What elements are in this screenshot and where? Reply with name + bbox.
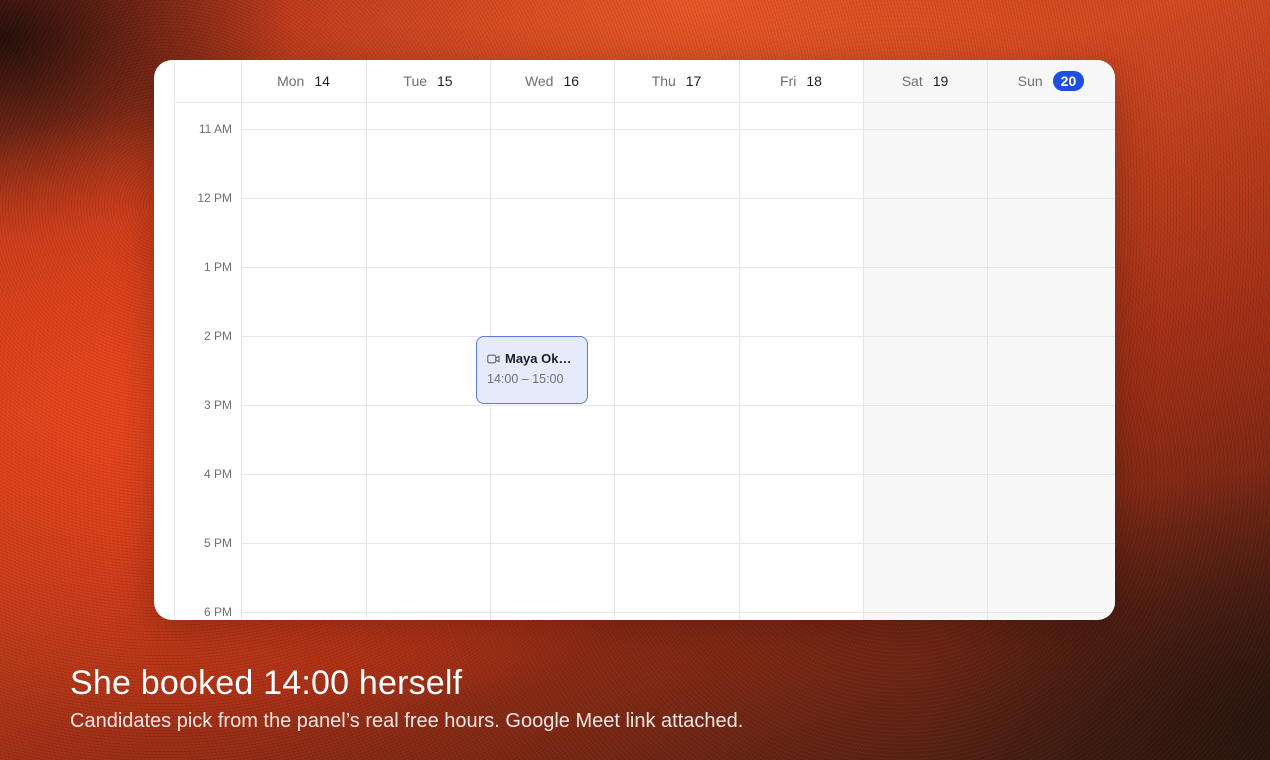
grid-hline	[241, 612, 1115, 613]
day-name: Fri	[780, 73, 797, 89]
day-name: Sun	[1017, 73, 1043, 89]
day-header-mon[interactable]: Mon 14	[241, 60, 366, 102]
today-badge: 20	[1052, 71, 1085, 91]
grid-vline	[739, 60, 740, 620]
grid-hline	[241, 543, 1115, 544]
grid-hline	[241, 336, 1115, 337]
video-camera-icon	[487, 354, 500, 364]
day-header-sun[interactable]: Sun 20	[987, 60, 1115, 102]
grid-vline	[614, 60, 615, 620]
day-header-thu[interactable]: Thu 17	[614, 60, 739, 102]
time-label: 5 PM	[203, 536, 232, 550]
day-name: Mon	[277, 73, 305, 89]
day-number: 15	[437, 73, 453, 89]
time-label: 4 PM	[203, 467, 232, 481]
event-time: 14:00 – 15:00	[487, 372, 564, 386]
day-header-tue[interactable]: Tue 15	[366, 60, 490, 102]
day-name: Sat	[901, 73, 923, 89]
time-label: 6 PM	[203, 605, 232, 619]
time-label: 2 PM	[203, 329, 232, 343]
weekend-shading	[863, 60, 1115, 620]
day-header-wed[interactable]: Wed 16	[490, 60, 614, 102]
day-header-sat[interactable]: Sat 19	[863, 60, 987, 102]
grid-vline	[863, 60, 864, 620]
grid-hline	[241, 405, 1115, 406]
event-title: Maya Oka…	[505, 351, 577, 366]
day-number: 16	[563, 73, 580, 89]
caption-subtitle: Candidates pick from the panel’s real fr…	[70, 710, 744, 732]
caption-title: She booked 14:00 herself	[70, 664, 463, 702]
grid-hline	[241, 198, 1115, 199]
time-label: 1 PM	[203, 260, 232, 274]
time-label: 12 PM	[197, 191, 232, 205]
grid-vline	[241, 60, 242, 620]
day-name: Thu	[651, 73, 676, 89]
grid-hline	[241, 474, 1115, 475]
week-grid: Mon 14 Tue 15 Wed 16 Thu 17 Fri 18 Sat 1…	[174, 60, 1115, 620]
time-label: 11 AM	[198, 122, 232, 136]
grid-hline	[174, 102, 1115, 103]
grid-vline	[987, 60, 988, 620]
event-title-row: Maya Oka…	[487, 351, 577, 366]
day-name: Tue	[403, 73, 428, 89]
event-card[interactable]: Maya Oka… 14:00 – 15:00	[476, 336, 588, 404]
day-header-row: Mon 14 Tue 15 Wed 16 Thu 17 Fri 18 Sat 1…	[174, 60, 1115, 102]
day-number: 17	[685, 73, 702, 89]
day-name: Wed	[524, 73, 554, 89]
time-label: 3 PM	[203, 398, 232, 412]
day-number: 14	[314, 73, 330, 89]
calendar-window: Mon 14 Tue 15 Wed 16 Thu 17 Fri 18 Sat 1…	[154, 60, 1115, 620]
day-number: 19	[932, 73, 949, 89]
grid-hline	[241, 267, 1115, 268]
day-header-fri[interactable]: Fri 18	[739, 60, 863, 102]
grid-vline	[366, 60, 367, 620]
day-number: 18	[806, 73, 822, 89]
grid-hline	[241, 129, 1115, 130]
